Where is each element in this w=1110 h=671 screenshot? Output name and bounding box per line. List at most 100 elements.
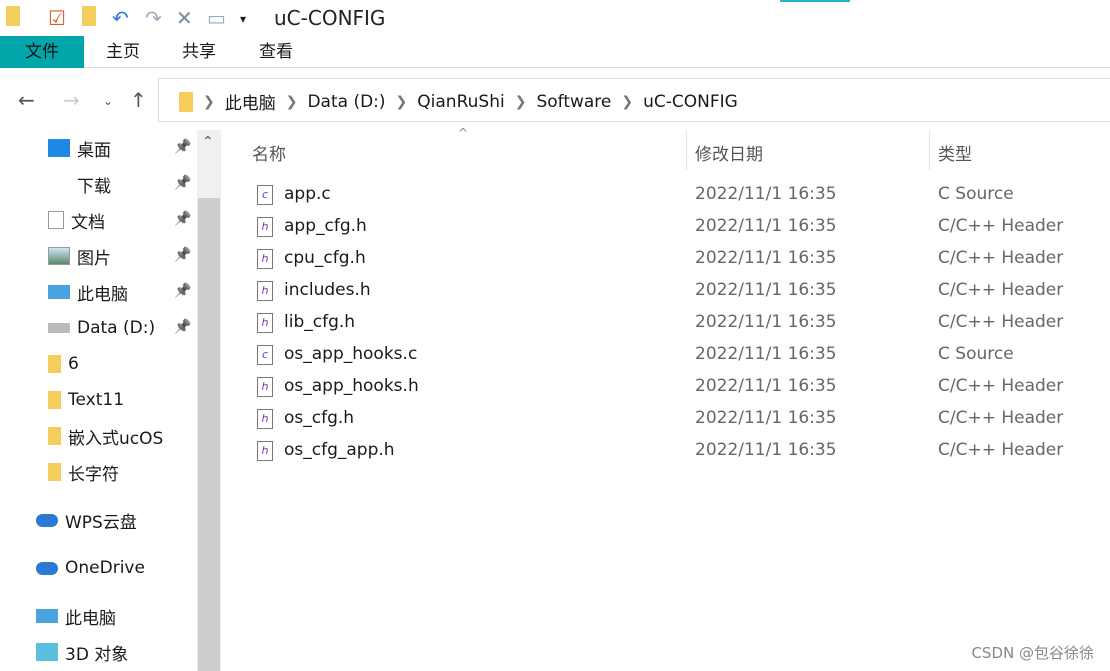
navigation-bar: ← → ⌄ ↑ ❯ 此电脑 ❯ Data (D:) ❯ QianRuShi ❯ Soft… — [0, 78, 1110, 122]
sidebar-item-label: Data (D:) — [77, 318, 156, 338]
tab-file[interactable]: 文件 — [0, 36, 84, 68]
scrollbar-thumb[interactable] — [198, 198, 220, 671]
sidebar-item-label: 图片 — [77, 248, 111, 269]
file-name: os_cfg_app.h — [284, 440, 395, 460]
pictures-icon — [48, 247, 70, 265]
sidebar-item-label: WPS云盘 — [65, 512, 137, 533]
sidebar-item-label: 此电脑 — [65, 608, 116, 629]
tab-view[interactable]: 查看 — [249, 36, 303, 68]
file-name: app_cfg.h — [284, 216, 367, 236]
column-name[interactable]: 名称 — [252, 140, 286, 165]
sidebar-item[interactable]: WPS云盘 — [36, 502, 184, 538]
sidebar-item-label: Text11 — [68, 390, 125, 410]
sidebar-item[interactable]: 6 — [48, 346, 196, 382]
sidebar-item-label: 3D 对象 — [65, 644, 129, 665]
pin-icon[interactable]: 📌 — [174, 247, 191, 263]
header-file-icon: h — [257, 249, 273, 269]
file-name: os_app_hooks.h — [284, 376, 419, 396]
pin-icon[interactable]: 📌 — [174, 175, 191, 191]
file-row[interactable]: h app_cfg.h 2022/11/1 16:35 C/C++ Header — [250, 211, 1110, 243]
pin-icon[interactable]: 📌 — [174, 319, 191, 335]
breadcrumb-item[interactable]: Data (D:) — [307, 92, 385, 112]
file-date: 2022/11/1 16:35 — [695, 280, 837, 300]
desktop-icon — [48, 139, 70, 157]
properties-icon[interactable]: ☑ — [48, 6, 66, 30]
new-folder-icon[interactable] — [82, 6, 96, 31]
back-icon[interactable]: ← — [18, 88, 35, 112]
file-type: C/C++ Header — [938, 312, 1064, 332]
document-icon — [48, 211, 64, 229]
sidebar-item-label: OneDrive — [65, 558, 145, 578]
sidebar-item[interactable]: Text11 — [48, 382, 196, 418]
column-divider[interactable] — [929, 130, 930, 170]
sidebar-item[interactable]: 嵌入式ucOS — [48, 418, 196, 454]
file-name: os_app_hooks.c — [284, 344, 418, 364]
sidebar-item[interactable]: 长字符 — [48, 454, 196, 490]
ribbon-tabs: 文件 主页 共享 查看 — [0, 36, 1110, 68]
folder-icon — [179, 91, 193, 112]
file-name: lib_cfg.h — [284, 312, 356, 332]
rename-icon[interactable]: ▭ — [207, 6, 226, 30]
file-type: C/C++ Header — [938, 280, 1064, 300]
recent-dropdown-icon[interactable]: ⌄ — [103, 94, 113, 108]
sidebar-item[interactable]: OneDrive — [36, 550, 184, 586]
address-bar[interactable]: ❯ 此电脑 ❯ Data (D:) ❯ QianRuShi ❯ Software ❯ uC… — [158, 78, 1110, 122]
sidebar-item[interactable]: 此电脑 — [36, 598, 184, 634]
folder-icon — [48, 391, 61, 409]
file-type: C/C++ Header — [938, 376, 1064, 396]
file-row[interactable]: h os_cfg.h 2022/11/1 16:35 C/C++ Header — [250, 403, 1110, 435]
file-date: 2022/11/1 16:35 — [695, 376, 837, 396]
breadcrumb-item[interactable]: Software — [536, 92, 611, 112]
header-file-icon: h — [257, 409, 273, 429]
file-date: 2022/11/1 16:35 — [695, 248, 837, 268]
cloud-icon — [36, 561, 58, 575]
file-row[interactable]: h lib_cfg.h 2022/11/1 16:35 C/C++ Header — [250, 307, 1110, 339]
folder-icon — [48, 427, 61, 445]
pin-icon[interactable]: 📌 — [174, 211, 191, 227]
file-name: cpu_cfg.h — [284, 248, 366, 268]
tab-home[interactable]: 主页 — [96, 36, 150, 68]
file-row[interactable]: h os_cfg_app.h 2022/11/1 16:35 C/C++ Header — [250, 435, 1110, 467]
up-icon[interactable]: ↑ — [130, 88, 147, 112]
tab-share[interactable]: 共享 — [172, 36, 226, 68]
breadcrumb-item[interactable]: 此电脑 — [225, 89, 276, 114]
header-file-icon: h — [257, 377, 273, 397]
computer-icon — [36, 609, 58, 623]
pin-icon[interactable]: 📌 — [174, 283, 191, 299]
file-date: 2022/11/1 16:35 — [695, 440, 837, 460]
quick-access-toolbar: ☑ ↶ ↷ ✕ ▭ ▾ uC-CONFIG — [0, 0, 1110, 36]
file-row[interactable]: c os_app_hooks.c 2022/11/1 16:35 C Source — [250, 339, 1110, 371]
file-row[interactable]: h os_app_hooks.h 2022/11/1 16:35 C/C++ Head… — [250, 371, 1110, 403]
sidebar-scrollbar[interactable]: ⌃ — [197, 130, 221, 671]
undo-icon[interactable]: ↶ — [112, 6, 129, 30]
file-date: 2022/11/1 16:35 — [695, 344, 837, 364]
file-row[interactable]: c app.c 2022/11/1 16:35 C Source — [250, 179, 1110, 211]
sort-ascending-icon: ^ — [458, 126, 469, 140]
computer-icon — [48, 285, 70, 299]
breadcrumb-item[interactable]: uC-CONFIG — [643, 92, 738, 112]
file-name: includes.h — [284, 280, 371, 300]
file-type: C/C++ Header — [938, 408, 1064, 428]
file-row[interactable]: h includes.h 2022/11/1 16:35 C/C++ Header — [250, 275, 1110, 307]
column-divider[interactable] — [686, 130, 687, 170]
scroll-up-icon[interactable]: ⌃ — [202, 134, 214, 150]
delete-icon[interactable]: ✕ — [176, 6, 193, 30]
customize-dropdown-icon[interactable]: ▾ — [240, 12, 246, 26]
file-row[interactable]: h cpu_cfg.h 2022/11/1 16:35 C/C++ Header — [250, 243, 1110, 275]
sidebar-item-label: 文档 — [71, 212, 105, 233]
sidebar-item-label: 6 — [68, 354, 79, 374]
redo-icon[interactable]: ↷ — [145, 6, 162, 30]
column-type[interactable]: 类型 — [938, 140, 972, 165]
breadcrumb-item[interactable]: QianRuShi — [417, 92, 504, 112]
header-file-icon: h — [257, 441, 273, 461]
forward-icon[interactable]: → — [63, 88, 80, 112]
file-type: C Source — [938, 184, 1014, 204]
c-source-file-icon: c — [257, 345, 273, 365]
3d-objects-icon — [36, 643, 58, 661]
cloud-icon — [36, 513, 58, 527]
sidebar-item-label: 嵌入式ucOS — [68, 428, 164, 449]
column-date[interactable]: 修改日期 — [695, 140, 763, 165]
pin-icon[interactable]: 📌 — [174, 139, 191, 155]
sidebar-item[interactable]: 3D 对象 — [36, 634, 184, 670]
folder-icon — [48, 355, 61, 373]
